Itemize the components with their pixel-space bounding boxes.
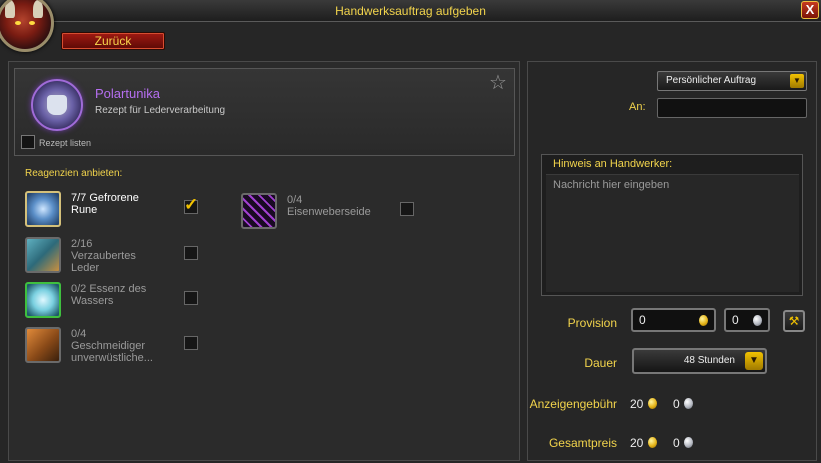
- provision-gold-input[interactable]: 0: [631, 308, 716, 332]
- gold-coin-icon: [648, 437, 657, 448]
- recipient-label: An:: [629, 101, 646, 113]
- reagent-name: 0/4 Eisenweberseide: [287, 194, 371, 218]
- reagent-name: 7/7 Gefrorene Rune: [71, 192, 139, 216]
- checkmark-icon: ✓: [184, 195, 199, 214]
- silver-coin-icon: [753, 315, 762, 326]
- recipe-name[interactable]: Polartunika: [95, 86, 160, 101]
- essence-of-water-icon: [25, 282, 61, 318]
- provision-gold-value: 0: [639, 313, 646, 327]
- silver-coin-icon: [684, 437, 693, 448]
- reagent-name: 0/4 Geschmeidiger unverwüstliche...: [71, 328, 153, 364]
- note-textarea[interactable]: [546, 174, 799, 292]
- listing-fee-gold: 20: [630, 397, 644, 411]
- silver-coin-icon: [684, 398, 693, 409]
- list-recipe-label: Rezept listen: [39, 138, 92, 148]
- supple-hide-icon: [25, 327, 61, 363]
- reagent-checkbox[interactable]: [184, 291, 198, 305]
- reagent-item[interactable]: 2/16 Verzaubertes Leder: [25, 237, 225, 279]
- duration-dropdown[interactable]: 48 Stunden ▼: [632, 348, 767, 374]
- reagent-item[interactable]: 0/4 Eisenweberseide: [241, 193, 441, 235]
- reagent-checkbox[interactable]: [184, 336, 198, 350]
- recipe-subtitle: Rezept für Lederverarbeitung: [95, 105, 226, 116]
- reagent-name: 2/16 Verzaubertes Leder: [71, 238, 136, 274]
- note-placeholder: Nachricht hier eingeben: [553, 179, 670, 191]
- reagent-item[interactable]: 0/2 Essenz des Wassers: [25, 282, 225, 324]
- portrait-horn: [5, 0, 15, 18]
- enchanted-leather-icon: [25, 237, 61, 273]
- reagents-header: Reagenzien anbieten:: [25, 168, 123, 179]
- close-button[interactable]: X: [801, 1, 819, 19]
- title-bar: Handwerksauftrag aufgeben X: [0, 0, 821, 22]
- order-type-dropdown[interactable]: Persönlicher Auftrag ▼: [657, 71, 807, 91]
- total-silver: 0: [673, 436, 680, 450]
- duration-value: 48 Stunden: [683, 355, 735, 366]
- window-title: Handwerksauftrag aufgeben: [335, 4, 486, 18]
- reagent-item[interactable]: 0/4 Geschmeidiger unverwüstliche...: [25, 327, 225, 369]
- list-recipe-checkbox[interactable]: [21, 135, 35, 149]
- total-gold: 20: [630, 436, 644, 450]
- note-header: Hinweis an Handwerker:: [553, 158, 673, 170]
- listing-fee-label: Anzeigengebühr: [529, 397, 617, 411]
- portrait-eye: [15, 21, 21, 25]
- recipient-input[interactable]: [657, 98, 807, 118]
- reagent-name: 0/2 Essenz des Wassers: [71, 283, 147, 307]
- favorite-star-icon[interactable]: ☆: [489, 70, 507, 95]
- provision-silver-input[interactable]: 0: [724, 308, 770, 332]
- reagent-checkbox[interactable]: [184, 246, 198, 260]
- provision-label: Provision: [567, 316, 617, 330]
- listing-fee-silver: 0: [673, 397, 680, 411]
- order-type-value: Persönlicher Auftrag: [666, 75, 757, 86]
- gold-coin-icon: [699, 315, 708, 326]
- reagent-checkbox[interactable]: ✓: [184, 195, 198, 214]
- total-label: Gesamtpreis: [548, 436, 617, 450]
- frozen-rune-icon: [25, 191, 61, 227]
- polar-tunic-icon: [31, 79, 83, 131]
- chevron-down-icon: ▼: [745, 352, 763, 370]
- reagent-checkbox[interactable]: [400, 202, 414, 216]
- chevron-down-icon: ▼: [790, 74, 804, 88]
- duration-label: Dauer: [584, 356, 617, 370]
- portrait-horn: [33, 0, 43, 18]
- portrait-eye: [29, 21, 35, 25]
- reagent-item[interactable]: 7/7 Gefrorene Rune ✓: [25, 191, 225, 233]
- provision-silver-value: 0: [732, 313, 739, 327]
- back-button[interactable]: Zurück: [61, 32, 165, 50]
- hammer-icon[interactable]: ⚒: [783, 310, 805, 332]
- ironweb-silk-icon: [241, 193, 277, 229]
- gold-coin-icon: [648, 398, 657, 409]
